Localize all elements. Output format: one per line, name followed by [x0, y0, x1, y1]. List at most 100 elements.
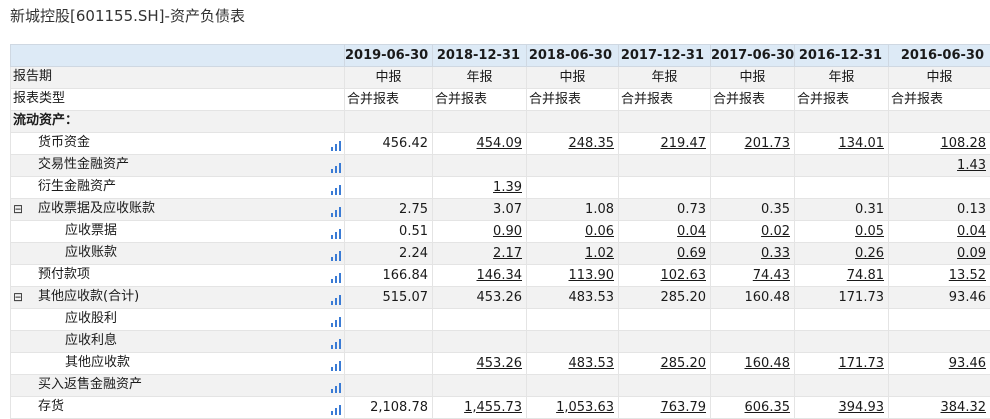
value-link[interactable]: 1.39	[433, 177, 527, 199]
value-cell	[795, 111, 889, 133]
value-link[interactable]: 0.69	[619, 243, 711, 265]
value-link[interactable]: 248.35	[527, 133, 619, 155]
collapse-icon[interactable]: ⊟	[13, 287, 23, 307]
value-cell	[619, 375, 711, 397]
bar-chart-icon[interactable]	[331, 402, 341, 412]
bar-chart-icon[interactable]	[331, 160, 341, 170]
row-label-cell: 货币资金	[11, 133, 345, 155]
value-cell: 合并报表	[889, 89, 990, 111]
table-row: 应收账款2.242.171.020.690.330.260.09	[11, 243, 990, 265]
value-cell	[527, 111, 619, 133]
value-link[interactable]: 13.52	[889, 265, 990, 287]
value-cell: 3.07	[433, 199, 527, 221]
value-link[interactable]: 384.32	[889, 397, 990, 419]
value-cell: 合并报表	[345, 89, 433, 111]
value-link[interactable]: 108.28	[889, 133, 990, 155]
column-header-date[interactable]: 2017-06-30	[711, 45, 795, 67]
value-link[interactable]: 1.02	[527, 243, 619, 265]
bar-chart-icon[interactable]	[331, 204, 341, 214]
value-link[interactable]: 454.09	[433, 133, 527, 155]
value-link[interactable]: 201.73	[711, 133, 795, 155]
row-label-cell: 预付款项	[11, 265, 345, 287]
value-cell	[619, 331, 711, 353]
value-link[interactable]: 763.79	[619, 397, 711, 419]
value-link[interactable]: 102.63	[619, 265, 711, 287]
value-cell: 93.46	[889, 287, 990, 309]
value-link[interactable]: 113.90	[527, 265, 619, 287]
bar-chart-icon[interactable]	[331, 138, 341, 148]
value-link[interactable]: 483.53	[527, 353, 619, 375]
column-header-date[interactable]: 2018-12-31	[433, 45, 527, 67]
value-link[interactable]: 1.43	[889, 155, 990, 177]
value-link[interactable]: 0.09	[889, 243, 990, 265]
table-row: 其他应收款 453.26483.53285.20160.48171.7393.46	[11, 353, 990, 375]
value-cell: 456.42	[345, 133, 433, 155]
value-link[interactable]: 2.17	[433, 243, 527, 265]
value-cell	[433, 331, 527, 353]
bar-chart-icon[interactable]	[331, 380, 341, 390]
bar-chart-icon[interactable]	[331, 314, 341, 324]
value-cell	[711, 177, 795, 199]
value-cell: 453.26	[433, 287, 527, 309]
value-cell	[345, 177, 433, 199]
bar-chart-icon[interactable]	[331, 226, 341, 236]
value-link[interactable]: 93.46	[889, 353, 990, 375]
row-label: 其他应收款	[65, 353, 130, 373]
header-label-cell	[11, 45, 345, 67]
column-header-date[interactable]: 2016-12-31	[795, 45, 889, 67]
column-header-date[interactable]: 2017-12-31	[619, 45, 711, 67]
value-cell	[433, 375, 527, 397]
table-row: 应收股利	[11, 309, 990, 331]
value-link[interactable]: 0.04	[889, 221, 990, 243]
column-header-date[interactable]: 2018-06-30	[527, 45, 619, 67]
bar-chart-icon[interactable]	[331, 292, 341, 302]
bar-chart-icon[interactable]	[331, 248, 341, 258]
value-link[interactable]: 74.43	[711, 265, 795, 287]
column-header-date[interactable]: 2019-06-30	[345, 45, 433, 67]
value-link[interactable]: 171.73	[795, 353, 889, 375]
value-cell	[433, 155, 527, 177]
value-link[interactable]: 219.47	[619, 133, 711, 155]
value-link[interactable]: 1,455.73	[433, 397, 527, 419]
bar-chart-icon[interactable]	[331, 182, 341, 192]
value-cell: 合并报表	[619, 89, 711, 111]
value-cell	[345, 309, 433, 331]
row-label: 交易性金融资产	[38, 155, 129, 175]
value-link[interactable]: 0.04	[619, 221, 711, 243]
column-header-date[interactable]: 2016-06-30	[889, 45, 990, 67]
bar-chart-icon[interactable]	[331, 270, 341, 280]
value-link[interactable]: 0.33	[711, 243, 795, 265]
row-label: 应收账款	[65, 243, 117, 263]
value-link[interactable]: 285.20	[619, 353, 711, 375]
value-link[interactable]: 0.26	[795, 243, 889, 265]
row-label: 应收票据及应收账款	[38, 199, 155, 219]
row-label: 衍生金融资产	[38, 177, 116, 197]
bar-chart-icon[interactable]	[331, 358, 341, 368]
value-link[interactable]: 146.34	[433, 265, 527, 287]
value-link[interactable]: 160.48	[711, 353, 795, 375]
value-link[interactable]: 0.02	[711, 221, 795, 243]
value-cell: 160.48	[711, 287, 795, 309]
row-label: 买入返售金融资产	[38, 375, 142, 395]
bar-chart-icon[interactable]	[331, 336, 341, 346]
value-link[interactable]: 394.93	[795, 397, 889, 419]
value-link[interactable]: 74.81	[795, 265, 889, 287]
value-link[interactable]: 134.01	[795, 133, 889, 155]
value-link[interactable]: 453.26	[433, 353, 527, 375]
value-link[interactable]: 0.05	[795, 221, 889, 243]
value-cell	[795, 155, 889, 177]
collapse-icon[interactable]: ⊟	[13, 199, 23, 219]
row-label-cell: 流动资产：	[11, 111, 345, 133]
table-row: ⊟应收票据及应收账款2.753.071.080.730.350.310.13	[11, 199, 990, 221]
value-cell: 中报	[711, 67, 795, 89]
row-label: 货币资金	[38, 133, 90, 153]
value-cell: 合并报表	[795, 89, 889, 111]
value-link[interactable]: 0.90	[433, 221, 527, 243]
row-label: 报告期	[13, 67, 52, 87]
row-label: 预付款项	[38, 265, 90, 285]
table-row: 应收票据0.510.900.060.040.020.050.04	[11, 221, 990, 243]
value-cell: 合并报表	[711, 89, 795, 111]
value-link[interactable]: 0.06	[527, 221, 619, 243]
value-link[interactable]: 606.35	[711, 397, 795, 419]
value-link[interactable]: 1,053.63	[527, 397, 619, 419]
